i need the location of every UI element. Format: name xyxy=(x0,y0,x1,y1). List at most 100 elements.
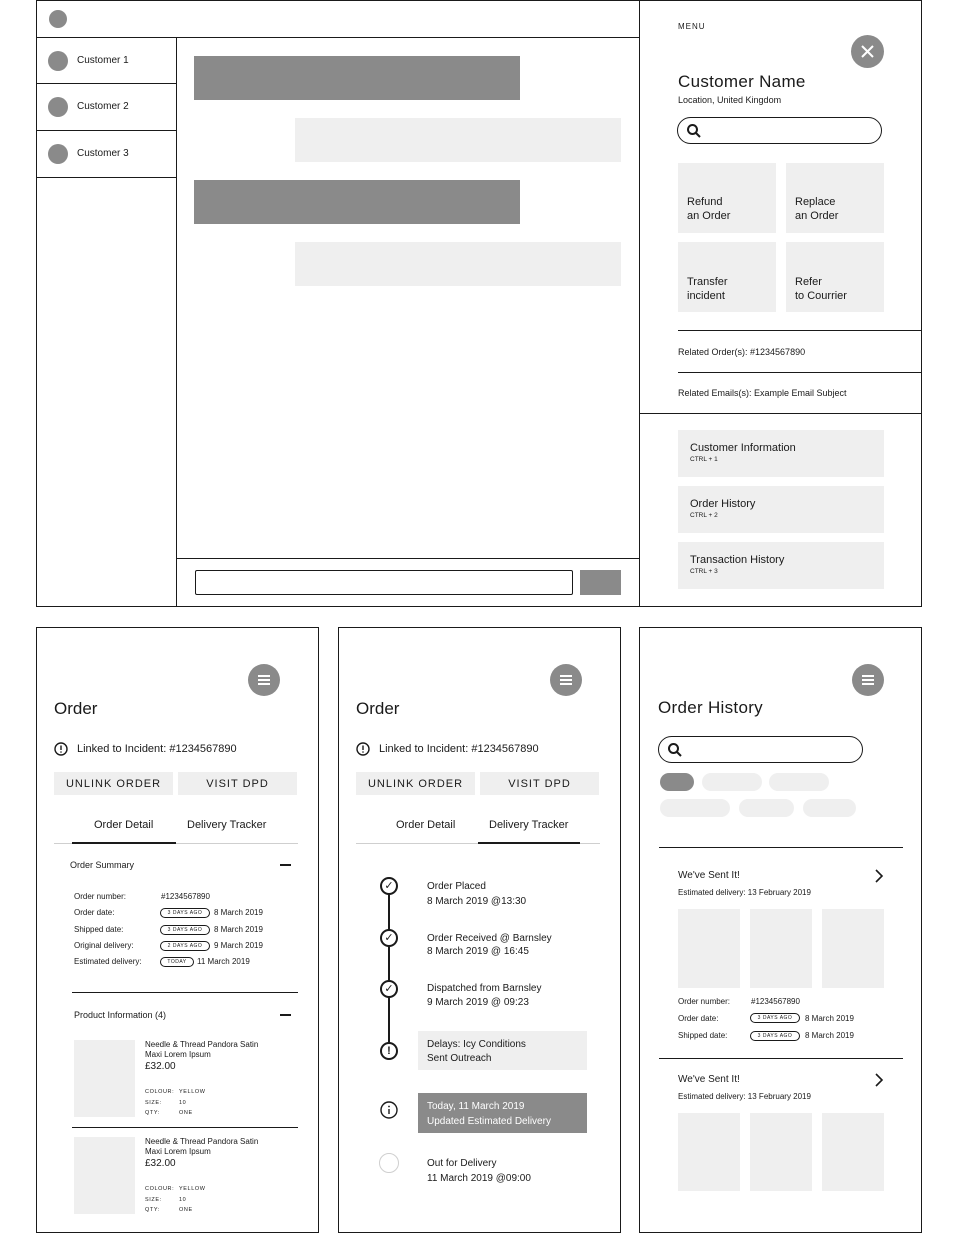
order-history-shortcut[interactable]: Order History CTRL + 2 xyxy=(678,486,884,533)
history-search-input[interactable] xyxy=(658,736,863,763)
linked-incident: Linked to Incident: #1234567890 xyxy=(77,743,237,755)
filter-chip[interactable] xyxy=(769,773,829,791)
replace-order-button[interactable]: Replace an Order xyxy=(786,163,884,233)
visit-dpd-button[interactable]: VISIT DPD xyxy=(480,772,599,795)
related-orders[interactable]: Related Order(s): #1234567890 xyxy=(678,347,805,357)
transfer-incident-button[interactable]: Transfer incident xyxy=(678,242,776,312)
summary-label: Estimated delivery: xyxy=(74,957,142,966)
tab-delivery-tracker[interactable]: Delivery Tracker xyxy=(187,819,266,831)
filter-chip[interactable] xyxy=(660,799,730,817)
step-title: Delays: Icy Conditions xyxy=(427,1039,526,1050)
customer-list-item-3[interactable]: Customer 3 xyxy=(37,131,176,178)
detail-value: 8 March 2019 xyxy=(805,1031,854,1040)
filter-chip-active[interactable] xyxy=(660,773,694,791)
product-name: Needle & Thread Pandora Satin xyxy=(145,1137,259,1146)
collapse-icon[interactable] xyxy=(280,1014,291,1016)
divider xyxy=(659,847,903,848)
search-icon xyxy=(668,743,682,757)
pending-step-icon xyxy=(379,1153,399,1173)
menu-label: MENU xyxy=(678,22,706,31)
tab-order-detail[interactable]: Order Detail xyxy=(94,819,153,831)
step-title: Today, 11 March 2019 xyxy=(427,1101,525,1112)
summary-value: #1234567890 xyxy=(161,892,210,901)
shortcut-key: CTRL + 3 xyxy=(690,568,718,575)
customer-list-item-2[interactable]: Customer 2 xyxy=(37,84,176,131)
refer-courier-button[interactable]: Refer to Courrier xyxy=(786,242,884,312)
time-badge: 2 DAYS AGO xyxy=(160,941,210,951)
product-image xyxy=(750,909,812,988)
step-title: Order Placed xyxy=(427,881,486,892)
order-history-title: Order History xyxy=(658,698,763,717)
action-label: incident xyxy=(687,290,725,302)
attr-label: QTY: xyxy=(145,1207,160,1213)
refund-order-button[interactable]: Refund an Order xyxy=(678,163,776,233)
detail-value: #1234567890 xyxy=(751,997,800,1006)
summary-label: Original delivery: xyxy=(74,941,134,950)
shortcut-label: Order History xyxy=(690,498,756,510)
divider xyxy=(659,1058,903,1059)
order-title: Order xyxy=(54,699,98,718)
customer-information-shortcut[interactable]: Customer Information CTRL + 1 xyxy=(678,430,884,477)
alert-icon xyxy=(54,742,68,756)
customer-avatar-icon xyxy=(48,144,68,164)
filter-chip[interactable] xyxy=(803,799,856,817)
info-icon xyxy=(380,1101,398,1119)
summary-label: Order number: xyxy=(74,892,127,901)
message-input[interactable] xyxy=(195,570,573,595)
attr-value: YELLOW xyxy=(179,1089,206,1095)
chevron-right-icon[interactable] xyxy=(874,868,884,884)
product-image xyxy=(822,1113,884,1191)
divider xyxy=(640,413,922,414)
chevron-right-icon[interactable] xyxy=(874,1072,884,1088)
close-icon[interactable] xyxy=(851,35,884,68)
filter-chip[interactable] xyxy=(739,799,794,817)
product-price: £32.00 xyxy=(145,1158,176,1169)
hamburger-menu-icon[interactable] xyxy=(852,664,884,696)
current-update-card[interactable] xyxy=(418,1093,587,1133)
menu-search-input[interactable] xyxy=(677,117,882,144)
action-label: Refund xyxy=(687,196,723,208)
attr-value: ONE xyxy=(179,1207,193,1213)
shortcut-label: Customer Information xyxy=(690,442,796,454)
product-image xyxy=(822,909,884,988)
unlink-order-button[interactable]: UNLINK ORDER xyxy=(54,772,173,795)
outgoing-message xyxy=(295,242,621,286)
outgoing-message xyxy=(295,118,621,162)
product-name: Maxi Lorem Ipsum xyxy=(145,1147,211,1156)
summary-value: 8 March 2019 xyxy=(214,925,263,934)
step-time: 8 March 2019 @13:30 xyxy=(427,896,527,907)
attr-value: 10 xyxy=(179,1197,187,1203)
delay-alert-card[interactable] xyxy=(418,1031,587,1070)
product-info-heading: Product Information (4) xyxy=(74,1010,167,1020)
action-label: an Order xyxy=(795,210,839,222)
customer-location: Location, United Kingdom xyxy=(678,95,782,105)
avatar[interactable] xyxy=(49,10,67,28)
customer-avatar-icon xyxy=(48,97,68,117)
order-summary-heading: Order Summary xyxy=(70,860,135,870)
tab-delivery-tracker[interactable]: Delivery Tracker xyxy=(489,819,568,831)
summary-value: 8 March 2019 xyxy=(214,908,263,917)
incoming-message xyxy=(194,180,520,224)
customer-list-item-1[interactable]: Customer 1 xyxy=(37,38,176,84)
action-label: Refer xyxy=(795,276,822,288)
divider xyxy=(678,372,922,373)
product-price: £32.00 xyxy=(145,1061,176,1072)
related-emails[interactable]: Related Emails(s): Example Email Subject xyxy=(678,388,847,398)
visit-dpd-button[interactable]: VISIT DPD xyxy=(178,772,297,795)
tab-order-detail[interactable]: Order Detail xyxy=(396,819,455,831)
send-button[interactable] xyxy=(580,570,621,595)
filter-chip[interactable] xyxy=(702,773,762,791)
search-icon xyxy=(687,124,701,138)
linked-incident: Linked to Incident: #1234567890 xyxy=(379,743,539,755)
hamburger-menu-icon[interactable] xyxy=(550,664,582,696)
hamburger-menu-icon[interactable] xyxy=(248,664,280,696)
summary-value: 11 March 2019 xyxy=(197,957,250,966)
check-icon: ✓ xyxy=(380,877,398,895)
customer-name: Customer 3 xyxy=(77,148,129,159)
step-title: Order Received @ Barnsley xyxy=(427,933,552,944)
shortcut-key: CTRL + 1 xyxy=(690,456,718,463)
customer-name-heading: Customer Name xyxy=(678,72,806,91)
unlink-order-button[interactable]: UNLINK ORDER xyxy=(356,772,475,795)
transaction-history-shortcut[interactable]: Transaction History CTRL + 3 xyxy=(678,542,884,589)
collapse-icon[interactable] xyxy=(280,864,291,866)
